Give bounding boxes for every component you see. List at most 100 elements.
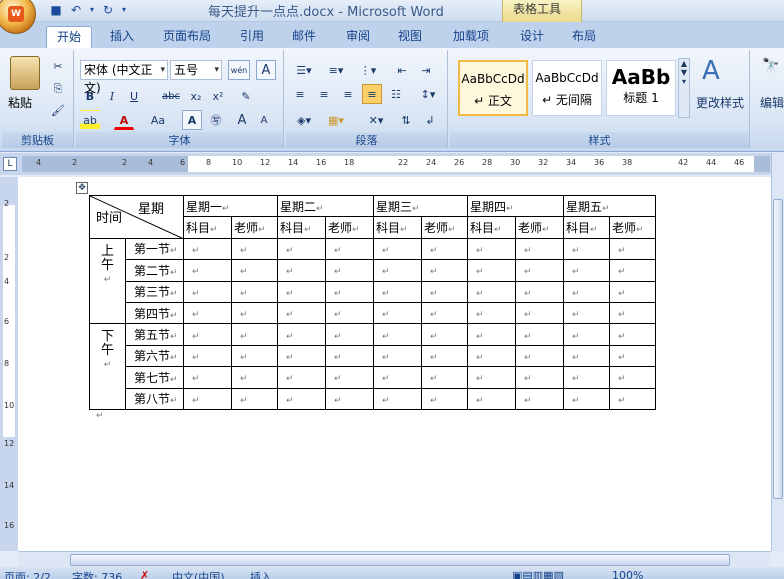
table-cell[interactable]: ↵ [231,259,278,282]
undo-icon[interactable]: ↶ [68,2,84,18]
table-cell[interactable]: ↵ [609,366,656,389]
subheader-cell[interactable]: 科目↵ [183,216,232,239]
table-cell[interactable]: ↵ [277,301,326,325]
table-cell[interactable]: ↵ [183,237,232,261]
subheader-cell[interactable]: 老师↵ [421,216,468,239]
tab-home[interactable]: 开始 [46,26,92,48]
tab-design[interactable]: 设计 [512,26,552,48]
table-cell[interactable]: ↵ [373,387,422,410]
bold-button[interactable]: B [80,86,100,106]
table-cell[interactable]: ↵ [563,323,610,346]
table-cell[interactable]: ↵ [183,259,232,282]
proofing-icon[interactable]: ✗ [140,569,149,579]
style-normal[interactable]: AaBbCcDd ↵ 正文 [458,60,528,116]
horizontal-scrollbar[interactable] [18,551,771,567]
font-size-select[interactable]: 五号 [170,60,222,80]
subheader-cell[interactable]: 老师↵ [609,216,656,239]
find-icon[interactable]: 🔭 [762,58,779,74]
table-cell[interactable]: ↵ [231,344,278,368]
show-marks-icon[interactable]: ↲ [420,110,440,130]
table-cell[interactable]: ↵ [325,344,374,368]
chinese-layout-icon[interactable]: ✕▾ [362,110,390,130]
table-cell[interactable]: ↵ [467,387,516,410]
table-cell[interactable]: ↵ [183,387,232,410]
table-cell[interactable]: ↵ [231,323,278,346]
horizontal-ruler[interactable]: 4 2 2 4 6 8 10 12 14 16 18 22 24 26 28 3… [22,156,770,172]
undo-dropdown-icon[interactable]: ▾ [88,2,96,18]
tab-view[interactable]: 视图 [390,26,430,48]
table-cell[interactable]: ↵ [515,259,564,282]
period-cell[interactable]: 第五节↵ [125,323,184,346]
style-heading-1[interactable]: AaBb 标题 1 [606,60,676,116]
subheader-cell[interactable]: 科目↵ [563,216,610,239]
subheader-cell[interactable]: 老师↵ [515,216,564,239]
table-cell[interactable]: ↵ [515,387,564,410]
justify-icon[interactable]: ≡ [362,84,382,104]
table-cell[interactable]: ↵ [277,344,326,368]
italic-button[interactable]: I [102,86,122,106]
enclose-char-icon[interactable]: ㊢ [206,110,226,130]
table-cell[interactable]: ↵ [609,237,656,261]
table-cell[interactable]: ↵ [325,301,374,325]
period-cell[interactable]: 第四节↵ [125,301,184,325]
phonetic-guide-button[interactable]: wén [228,60,250,80]
table-cell[interactable]: ↵ [467,323,516,346]
char-border-button[interactable]: A [256,60,276,80]
subheader-cell[interactable]: 科目↵ [373,216,422,239]
table-cell[interactable]: ↵ [231,366,278,389]
table-cell[interactable]: ↵ [421,280,468,303]
change-styles-icon[interactable]: A [702,56,720,86]
shading-icon[interactable]: ◈▾ [290,110,318,130]
table-cell[interactable]: ↵ [467,237,516,261]
font-color-icon[interactable]: A [114,110,134,130]
table-cell[interactable]: ↵ [467,366,516,389]
change-case-button[interactable]: Aa [146,110,170,130]
table-cell[interactable]: ↵ [373,323,422,346]
table-cell[interactable]: ↵ [563,259,610,282]
style-no-spacing[interactable]: AaBbCcDd ↵ 无间隔 [532,60,602,116]
increase-indent-icon[interactable]: ⇥ [416,60,436,80]
morning-cell[interactable]: 上午 ↵ [89,237,126,325]
table-cell[interactable]: ↵ [325,237,374,261]
multilevel-list-icon[interactable]: ⋮▾ [354,60,382,80]
tab-addins[interactable]: 加载项 [446,26,496,48]
day-header-cell[interactable]: 星期一↵ [183,194,278,218]
align-center-icon[interactable]: ≡ [314,84,334,104]
subheader-cell[interactable]: 老师↵ [231,216,278,239]
copy-icon[interactable]: ⎘ [48,78,68,98]
table-cell[interactable]: ↵ [563,366,610,389]
period-cell[interactable]: 第一节↵ [125,237,184,261]
day-header-cell[interactable]: 星期四↵ [467,194,564,218]
horizontal-scroll-thumb[interactable] [70,554,730,566]
tab-selector[interactable]: L [3,157,17,171]
cut-icon[interactable]: ✂ [48,56,68,76]
table-cell[interactable]: ↵ [563,301,610,325]
change-styles-button[interactable]: 更改样式 [696,94,744,111]
period-cell[interactable]: 第二节↵ [125,259,184,282]
format-painter-icon[interactable]: 🖌 [48,100,68,120]
tab-page-layout[interactable]: 页面布局 [156,26,218,48]
table-cell[interactable]: ↵ [373,280,422,303]
day-header-cell[interactable]: 星期五↵ [563,194,656,218]
editing-button[interactable]: 编辑 [760,94,784,111]
table-cell[interactable]: ↵ [563,280,610,303]
subheader-cell[interactable]: 科目↵ [467,216,516,239]
table-cell[interactable]: ↵ [563,344,610,368]
table-cell[interactable]: ↵ [277,280,326,303]
table-cell[interactable]: ↵ [231,237,278,261]
align-left-icon[interactable]: ≡ [290,84,310,104]
table-cell[interactable]: ↵ [421,237,468,261]
tab-review[interactable]: 审阅 [338,26,378,48]
afternoon-cell[interactable]: 下午 ↵ [89,323,126,410]
table-cell[interactable]: ↵ [325,280,374,303]
table-cell[interactable]: ↵ [373,259,422,282]
table-cell[interactable]: ↵ [183,366,232,389]
language-indicator[interactable]: 中文(中国) [172,569,225,579]
underline-button[interactable]: U [124,86,144,106]
page-indicator[interactable]: 页面: 2/2 [4,569,51,579]
diagonal-header-cell[interactable]: 星期 时间 [89,195,184,239]
distribute-icon[interactable]: ☷ [386,84,406,104]
table-cell[interactable]: ↵ [325,387,374,410]
table-cell[interactable]: ↵ [515,344,564,368]
table-cell[interactable]: ↵ [277,237,326,261]
